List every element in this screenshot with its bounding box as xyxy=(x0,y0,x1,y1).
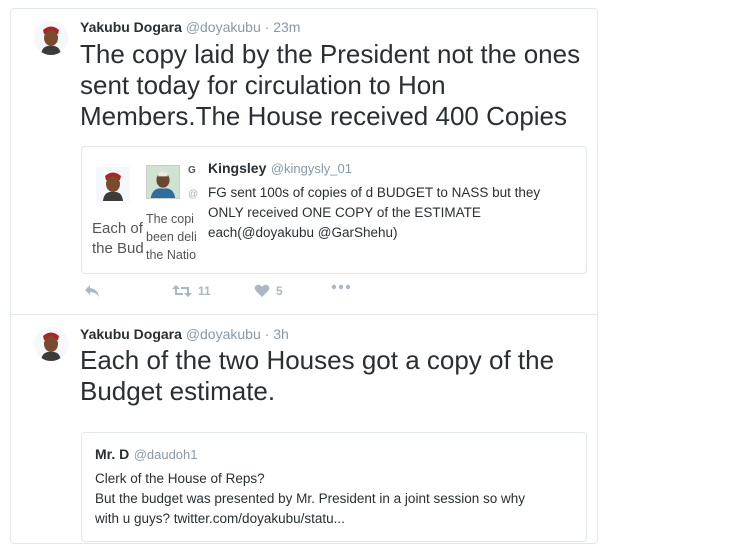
timestamp[interactable]: 3h xyxy=(273,326,289,342)
reply-icon xyxy=(84,284,100,298)
timestamp[interactable]: 23m xyxy=(273,19,300,35)
tweet-text-line: Members.The House received 400 Copies xyxy=(80,101,568,131)
quoted-tweet[interactable]: Each of the Bud G @ The copi been deli t… xyxy=(81,146,587,274)
retweet-count: 11 xyxy=(198,284,211,298)
quoted-author-name: Mr. D xyxy=(95,446,130,462)
tweet-card[interactable]: Yakubu Dogara @doyakubu · 3h Each of the… xyxy=(10,314,598,544)
retweet-icon xyxy=(172,284,192,298)
avatar-portrait-icon xyxy=(146,165,180,199)
heart-icon xyxy=(254,284,270,298)
avatar-portrait-icon xyxy=(96,167,130,201)
tweet-text: The copy laid by the President not the o… xyxy=(80,39,590,132)
more-button[interactable] xyxy=(331,284,351,290)
avatar[interactable] xyxy=(34,327,68,361)
tweet-text-line: sent today for circulation to Hon xyxy=(80,70,446,100)
retweet-button[interactable]: 11 xyxy=(172,284,211,298)
avatar-portrait-icon xyxy=(34,327,68,361)
nested-g-letter: G xyxy=(188,165,196,176)
quoted-tweet[interactable]: Mr. D @daudoh1 Clerk of the House of Rep… xyxy=(81,432,587,542)
tweet-text-line: Each of the two Houses got a copy of the xyxy=(80,345,555,375)
nested-left-text: Each of the Bud xyxy=(92,220,144,257)
nested-quote-thumbnail: Each of the Bud G @ The copi been deli t… xyxy=(82,147,202,273)
quoted-author-handle: @daudoh1 xyxy=(133,447,198,462)
quoted-tweet-header: Kingsley @kingysly_01 xyxy=(208,160,352,178)
quoted-tweet-text: Clerk of the House of Reps? But the budg… xyxy=(95,469,525,529)
quoted-tweet-header: Mr. D @daudoh1 xyxy=(95,446,198,464)
author-name[interactable]: Yakubu Dogara xyxy=(80,326,182,342)
tweet-header: Yakubu Dogara @doyakubu · 3h xyxy=(80,326,289,342)
quoted-author-handle: @kingysly_01 xyxy=(270,161,352,176)
reply-button[interactable] xyxy=(84,284,100,298)
tweet-stream: Yakubu Dogara @doyakubu · 23m The copy l… xyxy=(0,0,749,544)
tweet-actions: 11 5 xyxy=(84,284,384,304)
like-count: 5 xyxy=(276,284,283,298)
quoted-tweet-link[interactable]: with u guys? twitter.com/doyakubu/statu.… xyxy=(95,509,525,529)
more-icon xyxy=(331,284,351,290)
like-button[interactable]: 5 xyxy=(254,284,283,298)
author-handle[interactable]: @doyakubu xyxy=(186,19,261,35)
tweet-text-line: The copy laid by the President not the o… xyxy=(80,39,581,69)
avatar[interactable] xyxy=(34,21,68,55)
tweet-text: Each of the two Houses got a copy of the… xyxy=(80,345,590,407)
tweet-text-line: Budget estimate. xyxy=(80,376,276,406)
author-handle[interactable]: @doyakubu xyxy=(186,326,261,342)
quoted-tweet-text: FG sent 100s of copies of d BUDGET to NA… xyxy=(208,185,541,240)
tweet-card[interactable]: Yakubu Dogara @doyakubu · 23m The copy l… xyxy=(10,8,598,315)
tweet-header: Yakubu Dogara @doyakubu · 23m xyxy=(80,19,300,35)
nested-right-text: The copi been deli the Natio xyxy=(146,212,197,262)
nested-at: @ xyxy=(188,189,199,200)
separator: · xyxy=(264,19,270,35)
separator: · xyxy=(264,326,270,342)
quoted-author-name: Kingsley xyxy=(208,160,267,176)
author-name[interactable]: Yakubu Dogara xyxy=(80,19,182,35)
avatar-portrait-icon xyxy=(34,21,68,55)
